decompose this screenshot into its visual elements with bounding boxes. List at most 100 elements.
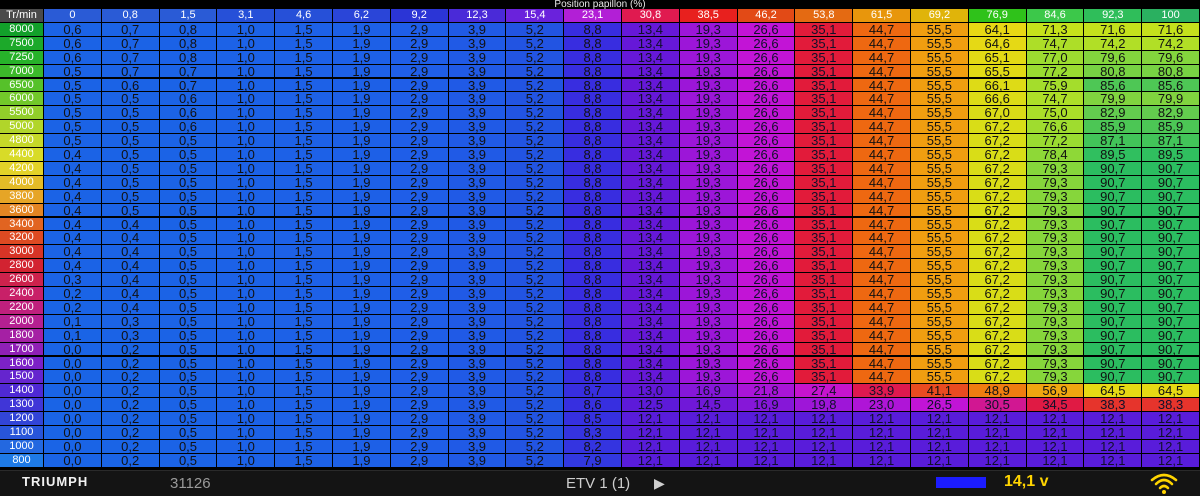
map-cell[interactable]: 67,2 [968,300,1027,315]
map-cell[interactable]: 13,4 [622,300,680,315]
map-cell[interactable]: 8,8 [564,36,622,51]
map-cell[interactable]: 55,5 [911,36,969,51]
map-cell[interactable]: 0,0 [44,342,102,357]
map-cell[interactable]: 90,7 [1142,287,1200,301]
map-cell[interactable]: 1,9 [333,120,391,135]
map-cell[interactable]: 90,7 [1142,189,1200,204]
map-cell[interactable]: 3,9 [448,453,507,468]
map-cell[interactable]: 79,3 [1026,175,1085,190]
map-cell[interactable]: 3,9 [448,148,507,162]
map-cell[interactable]: 5,2 [506,273,565,287]
map-cell[interactable]: 67,2 [968,259,1027,274]
map-cell[interactable]: 12,1 [1142,426,1200,440]
throttle-header-cell[interactable]: 12,3 [448,9,507,23]
map-cell[interactable]: 0,5 [44,64,102,79]
map-cell[interactable]: 1,0 [217,245,276,260]
map-cell[interactable]: 5,2 [506,175,565,190]
map-cell[interactable]: 66,1 [968,78,1027,93]
map-cell[interactable]: 79,9 [1084,92,1143,107]
map-cell[interactable]: 67,2 [968,148,1027,162]
throttle-header-cell[interactable]: 84,6 [1026,9,1085,23]
rpm-row-label[interactable]: 1700 [0,342,44,357]
map-cell[interactable]: 0,5 [159,398,218,413]
map-cell[interactable]: 1,5 [275,120,333,135]
throttle-header-cell[interactable]: 76,9 [968,9,1027,23]
map-cell[interactable]: 90,7 [1142,231,1200,246]
map-cell[interactable]: 44,7 [853,370,911,385]
map-cell[interactable]: 5,2 [506,120,565,135]
map-cell[interactable]: 13,4 [622,175,680,190]
map-cell[interactable]: 35,1 [795,217,854,232]
map-cell[interactable]: 0,5 [44,134,102,148]
map-cell[interactable]: 26,6 [737,120,796,135]
map-cell[interactable]: 67,2 [968,231,1027,246]
map-cell[interactable]: 55,5 [911,370,969,385]
map-cell[interactable]: 1,5 [275,245,333,260]
map-cell[interactable]: 90,7 [1142,328,1200,343]
map-cell[interactable]: 0,6 [159,106,218,121]
map-cell[interactable]: 35,1 [795,106,854,121]
map-cell[interactable]: 1,5 [275,64,333,79]
throttle-header-cell[interactable]: 38,5 [679,9,738,23]
map-cell[interactable]: 2,9 [390,259,449,274]
map-cell[interactable]: 1,5 [275,189,333,204]
map-cell[interactable]: 2,9 [390,134,449,148]
map-cell[interactable]: 0,5 [101,134,160,148]
map-cell[interactable]: 30,5 [968,398,1027,413]
map-cell[interactable]: 8,8 [564,22,622,37]
map-cell[interactable]: 0,5 [101,106,160,121]
map-cell[interactable]: 12,1 [1142,412,1200,426]
map-cell[interactable]: 12,1 [1026,426,1085,440]
map-cell[interactable]: 1,9 [333,398,391,413]
map-cell[interactable]: 7,9 [564,453,622,468]
map-cell[interactable]: 1,0 [217,120,276,135]
map-cell[interactable]: 12,1 [1084,453,1143,468]
map-cell[interactable]: 1,9 [333,64,391,79]
map-cell[interactable]: 5,2 [506,36,565,51]
map-cell[interactable]: 0,6 [101,78,160,93]
map-cell[interactable]: 90,7 [1084,370,1143,385]
map-cell[interactable]: 0,5 [159,453,218,468]
map-cell[interactable]: 0,5 [159,426,218,440]
map-cell[interactable]: 8,8 [564,314,622,329]
map-cell[interactable]: 1,5 [275,342,333,357]
throttle-header-cell[interactable]: 100 [1142,9,1200,23]
map-cell[interactable]: 0,6 [159,120,218,135]
map-cell[interactable]: 13,4 [622,217,680,232]
map-cell[interactable]: 1,5 [275,78,333,93]
map-cell[interactable]: 12,1 [1026,412,1085,426]
map-cell[interactable]: 90,7 [1084,314,1143,329]
map-cell[interactable]: 79,3 [1026,342,1085,357]
map-cell[interactable]: 0,4 [44,259,102,274]
throttle-header-cell[interactable]: 0,8 [101,9,160,23]
map-cell[interactable]: 79,3 [1026,300,1085,315]
map-cell[interactable]: 5,2 [506,203,565,218]
map-cell[interactable]: 1,5 [275,134,333,148]
map-cell[interactable]: 75,0 [1026,106,1085,121]
rpm-row-label[interactable]: 2600 [0,273,44,287]
rpm-row-label[interactable]: 3000 [0,245,44,260]
map-cell[interactable]: 0,1 [44,328,102,343]
map-cell[interactable]: 44,7 [853,259,911,274]
map-cell[interactable]: 1,5 [275,453,333,468]
map-cell[interactable]: 5,2 [506,134,565,148]
map-cell[interactable]: 3,9 [448,134,507,148]
throttle-header-cell[interactable]: 69,2 [911,9,969,23]
map-cell[interactable]: 0,5 [44,92,102,107]
map-cell[interactable]: 1,9 [333,22,391,37]
map-cell[interactable]: 8,8 [564,189,622,204]
map-cell[interactable]: 19,3 [679,36,738,51]
map-cell[interactable]: 26,6 [737,175,796,190]
map-cell[interactable]: 19,3 [679,64,738,79]
map-cell[interactable]: 19,3 [679,287,738,301]
map-cell[interactable]: 35,1 [795,64,854,79]
map-cell[interactable]: 90,7 [1084,342,1143,357]
map-cell[interactable]: 2,9 [390,426,449,440]
map-cell[interactable]: 44,7 [853,203,911,218]
map-cell[interactable]: 26,6 [737,231,796,246]
map-cell[interactable]: 64,5 [1084,384,1143,399]
map-cell[interactable]: 90,7 [1084,231,1143,246]
map-cell[interactable]: 1,0 [217,148,276,162]
map-cell[interactable]: 90,7 [1142,175,1200,190]
map-cell[interactable]: 3,9 [448,50,507,65]
